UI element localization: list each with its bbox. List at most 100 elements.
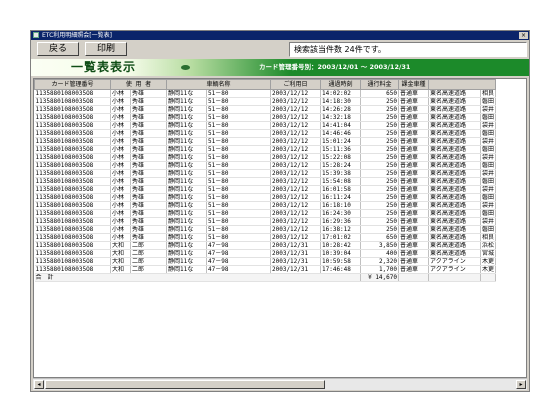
table-row[interactable]: 11358801080035O8 小林 秀雄 静岡11な 51－80 2003/12/12… bbox=[34, 105, 497, 114]
table-row[interactable]: 11358801080035O8 小林 秀雄 静岡11な 51－80 2003/12/12… bbox=[34, 97, 497, 106]
table-cell: 東名高速道路 bbox=[428, 105, 481, 114]
table-cell: 2003/12/12 bbox=[270, 209, 321, 218]
table-cell: 17:46:48 bbox=[320, 265, 361, 274]
table-cell: 東名高速道路 bbox=[428, 177, 481, 186]
scroll-thumb[interactable] bbox=[45, 380, 325, 389]
table-row[interactable]: 11358801080035O8 小林 秀雄 静岡11な 51－80 2003/12/12… bbox=[34, 113, 497, 122]
table-cell: 11358801080035O8 bbox=[34, 161, 111, 170]
table-cell: 小林 bbox=[110, 89, 131, 98]
table-row[interactable]: 11358801080035O8 大和 二郎 静岡11な 47－98 2003/12/31… bbox=[34, 257, 497, 266]
table-cell: 小林 bbox=[110, 137, 131, 146]
column-header[interactable] bbox=[427, 79, 497, 90]
usage-table-panel[interactable]: カード管理番号使 用 者車輌名称 ご利用日 通過時刻 通行料金 課金車種 1135880… bbox=[33, 78, 527, 378]
print-button[interactable]: 印刷 bbox=[85, 42, 127, 56]
column-header[interactable]: ご利用日 bbox=[270, 79, 321, 90]
total-row: 合 計 ¥ 14,670 bbox=[34, 273, 497, 282]
table-cell: 14:46:46 bbox=[320, 129, 361, 138]
table-cell: 2003/12/31 bbox=[270, 241, 321, 250]
table-row[interactable]: 11358801080035O8 小林 秀雄 静岡11な 51－80 2003/12/12… bbox=[34, 161, 497, 170]
table-cell: 二郎 bbox=[130, 241, 167, 250]
table-row[interactable]: 11358801080035O8 大和 二郎 静岡11な 47－98 2003/12/31… bbox=[34, 265, 497, 274]
table-cell: 普通車 bbox=[398, 249, 429, 258]
app-window: ETC利用明細照会[一覧表] × 戻る 印刷 検索該当件数 24件です。 一覧表… bbox=[30, 30, 530, 392]
table-row[interactable]: 11358801080035O8 小林 秀雄 静岡11な 51－80 2003/12/12… bbox=[34, 129, 497, 138]
table-cell: 15:22:08 bbox=[320, 153, 361, 162]
table-row[interactable]: 11358801080035O8 小林 秀雄 静岡11な 51－80 2003/12/12… bbox=[34, 185, 497, 194]
table-cell: 47－98 bbox=[206, 249, 271, 258]
banner-gradient bbox=[31, 59, 291, 76]
table-row[interactable]: 11358801080035O8 小林 秀雄 静岡11な 51－80 2003/12/12… bbox=[34, 209, 497, 218]
column-header[interactable]: カード管理番号 bbox=[34, 79, 111, 90]
table-row[interactable]: 11358801080035O8 小林 秀雄 静岡11な 51－80 2003/12/12… bbox=[34, 193, 497, 202]
table-cell: 秀雄 bbox=[130, 177, 167, 186]
table-cell: 東名高速道路 bbox=[428, 137, 481, 146]
table-cell: 普通車 bbox=[398, 137, 429, 146]
back-button[interactable]: 戻る bbox=[37, 42, 79, 56]
table-cell: 静岡11な bbox=[166, 137, 207, 146]
table-cell: 2003/12/12 bbox=[270, 105, 321, 114]
table-row[interactable]: 11358801080035O8 小林 秀雄 静岡11な 51－80 2003/12/12… bbox=[34, 153, 497, 162]
table-cell: 2003/12/12 bbox=[270, 225, 321, 234]
table-cell: 袋井 bbox=[480, 201, 497, 210]
table-cell: 相良 bbox=[480, 233, 497, 242]
table-row[interactable]: 11358801080035O8 小林 秀雄 静岡11な 51－80 2003/12/12… bbox=[34, 89, 497, 98]
column-header[interactable]: 使 用 者 bbox=[110, 79, 167, 90]
table-cell: 普通車 bbox=[398, 177, 429, 186]
table-cell: 2003/12/12 bbox=[270, 177, 321, 186]
table-cell: 47－98 bbox=[206, 265, 271, 274]
page-title: 一覧表表示 bbox=[71, 60, 137, 74]
table-cell: 小林 bbox=[110, 201, 131, 210]
table-cell: 袋井 bbox=[480, 153, 497, 162]
close-icon[interactable]: × bbox=[519, 32, 528, 39]
table-row[interactable]: 11358801080035O8 大和 二郎 静岡11な 47－98 2003/12/31… bbox=[34, 249, 497, 258]
scroll-left-icon[interactable]: ◂ bbox=[34, 380, 44, 389]
table-cell: 250 bbox=[360, 177, 399, 186]
table-cell: 磐田 bbox=[480, 97, 497, 106]
table-cell: 51－80 bbox=[206, 233, 271, 242]
table-row[interactable]: 11358801080035O8 小林 秀雄 静岡11な 51－80 2003/12/12… bbox=[34, 217, 497, 226]
table-row[interactable]: 11358801080035O8 小林 秀雄 静岡11な 51－80 2003/12/12… bbox=[34, 201, 497, 210]
column-header[interactable]: 課金車種 bbox=[398, 79, 429, 90]
table-cell: 磐田 bbox=[480, 161, 497, 170]
table-cell: 51－80 bbox=[206, 97, 271, 106]
table-cell: 袋井 bbox=[480, 137, 497, 146]
table-cell: 普通車 bbox=[398, 201, 429, 210]
table-cell: 2003/12/31 bbox=[270, 257, 321, 266]
table-row[interactable]: 11358801080035O8 小林 秀雄 静岡11な 51－80 2003/12/12… bbox=[34, 145, 497, 154]
table-cell: 11358801080035O8 bbox=[34, 233, 111, 242]
table-cell: 11358801080035O8 bbox=[34, 121, 111, 130]
table-cell: 250 bbox=[360, 105, 399, 114]
table-cell: 秀雄 bbox=[130, 113, 167, 122]
table-row[interactable]: 11358801080035O8 小林 秀雄 静岡11な 51－80 2003/12/12… bbox=[34, 177, 497, 186]
column-header[interactable]: 車輌名称 bbox=[166, 79, 271, 90]
table-cell: 普通車 bbox=[398, 257, 429, 266]
column-header[interactable]: 通過時刻 bbox=[320, 79, 361, 90]
table-cell: 静岡11な bbox=[166, 209, 207, 218]
table-cell: 51－80 bbox=[206, 225, 271, 234]
table-cell: 静岡11な bbox=[166, 201, 207, 210]
table-cell: 11358801080035O8 bbox=[34, 169, 111, 178]
table-cell: 2003/12/12 bbox=[270, 137, 321, 146]
table-cell: 14:02:02 bbox=[320, 89, 361, 98]
table-cell: 小林 bbox=[110, 217, 131, 226]
table-row[interactable]: 11358801080035O8 小林 秀雄 静岡11な 51－80 2003/12/12… bbox=[34, 225, 497, 234]
horizontal-scrollbar[interactable]: ◂ ▸ bbox=[33, 378, 527, 390]
table-cell: 11358801080035O8 bbox=[34, 249, 111, 258]
table-cell: 11358801080035O8 bbox=[34, 241, 111, 250]
table-cell: 11358801080035O8 bbox=[34, 137, 111, 146]
title-bar: ETC利用明細照会[一覧表] × bbox=[31, 31, 529, 40]
table-cell: 秀雄 bbox=[130, 185, 167, 194]
table-cell: 東名高速道路 bbox=[428, 225, 481, 234]
table-row[interactable]: 11358801080035O8 小林 秀雄 静岡11な 51－80 2003/12/12… bbox=[34, 233, 497, 242]
table-cell: 普通車 bbox=[398, 105, 429, 114]
table-row[interactable]: 11358801080035O8 小林 秀雄 静岡11な 51－80 2003/12/12… bbox=[34, 169, 497, 178]
table-cell: 普通車 bbox=[398, 153, 429, 162]
table-cell: 2003/12/31 bbox=[270, 249, 321, 258]
table-header: カード管理番号使 用 者車輌名称 ご利用日 通過時刻 通行料金 課金車種 bbox=[34, 79, 497, 90]
table-row[interactable]: 11358801080035O8 大和 二郎 静岡11な 47－98 2003/12/31… bbox=[34, 241, 497, 250]
column-header[interactable]: 通行料金 bbox=[360, 79, 399, 90]
table-row[interactable]: 11358801080035O8 小林 秀雄 静岡11な 51－80 2003/12/12… bbox=[34, 137, 497, 146]
table-row[interactable]: 11358801080035O8 小林 秀雄 静岡11な 51－80 2003/12/12… bbox=[34, 121, 497, 130]
table-cell: 10:59:58 bbox=[320, 257, 361, 266]
scroll-right-icon[interactable]: ▸ bbox=[516, 380, 526, 389]
